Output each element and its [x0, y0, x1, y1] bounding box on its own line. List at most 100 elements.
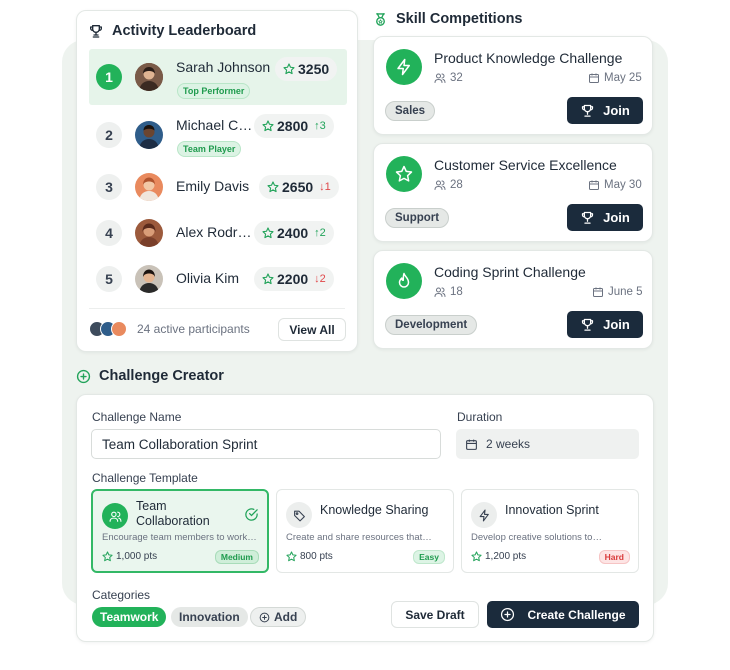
- score-pill: 2800 ↑3: [254, 114, 334, 138]
- creator-header: Challenge Creator: [76, 368, 224, 384]
- participants-count: 24 active participants: [137, 322, 250, 336]
- points-text: 1,000 pts: [116, 551, 158, 562]
- template-option-team-collaboration[interactable]: Team Collaboration Encourage team member…: [91, 489, 269, 573]
- avatar: [135, 173, 163, 201]
- bolt-icon: [386, 49, 422, 85]
- star-icon: [286, 551, 297, 562]
- star-icon: [471, 551, 482, 562]
- participant-avatar: [111, 321, 127, 337]
- participant-count: 28: [434, 179, 463, 191]
- rank-badge: 3: [96, 174, 122, 200]
- add-category-button[interactable]: Add: [250, 607, 307, 627]
- template-points: 1,000 pts: [102, 551, 157, 562]
- rank-badge: 4: [96, 220, 122, 246]
- score-value: 2800: [277, 118, 309, 134]
- plus-circle-icon: [259, 612, 270, 623]
- user-name: Alex Rodri…: [176, 224, 252, 240]
- join-button[interactable]: Join: [567, 204, 643, 231]
- date-text: May 30: [604, 179, 642, 191]
- save-draft-button[interactable]: Save Draft: [391, 601, 479, 628]
- create-label: Create Challenge: [527, 607, 626, 622]
- join-label: Join: [603, 210, 630, 225]
- score-pill: 2200 ↓2: [254, 267, 334, 291]
- participant-count: 32: [434, 72, 463, 84]
- add-label: Add: [274, 610, 298, 624]
- users-icon: [434, 286, 446, 298]
- score-value: 2200: [277, 271, 309, 287]
- leaderboard-title: Activity Leaderboard: [112, 23, 257, 39]
- competition-title: Coding Sprint Challenge: [434, 264, 586, 280]
- users-icon: [434, 179, 446, 191]
- participant-count: 18: [434, 286, 463, 298]
- category-chip-innovation[interactable]: Innovation: [171, 607, 248, 627]
- tag-icon: [286, 502, 312, 528]
- rank-change-down: ↓1: [319, 181, 331, 193]
- competitions-header: Skill Competitions: [373, 11, 523, 27]
- view-all-button[interactable]: View All: [278, 318, 346, 341]
- template-description: Develop creative solutions to…: [471, 532, 602, 543]
- user-name: Michael C…: [176, 117, 253, 133]
- rank-change-up: ↑3: [314, 120, 326, 132]
- join-label: Join: [603, 317, 630, 332]
- leaderboard-row[interactable]: 5 Olivia Kim 2200 ↓2: [89, 251, 347, 307]
- competition-title: Product Knowledge Challenge: [434, 50, 623, 66]
- join-button[interactable]: Join: [567, 311, 643, 338]
- competition-date: June 5: [592, 286, 643, 298]
- calendar-icon: [588, 179, 600, 191]
- create-challenge-button[interactable]: Create Challenge: [487, 601, 639, 628]
- difficulty-badge: Medium: [214, 550, 259, 564]
- leaderboard-row[interactable]: 2 Michael C… Team Player 2800 ↑3: [89, 107, 347, 163]
- categories-label: Categories: [92, 588, 151, 602]
- plus-circle-icon: [500, 607, 515, 622]
- challenge-name-input[interactable]: Team Collaboration Sprint: [91, 429, 441, 459]
- rank-badge: 1: [96, 64, 122, 90]
- participant-number: 32: [450, 72, 463, 84]
- competition-card[interactable]: Customer Service Excellence 28 May 30 Su…: [373, 143, 653, 242]
- points-text: 1,200 pts: [485, 551, 527, 562]
- competition-title: Customer Service Excellence: [434, 157, 617, 173]
- user-name: Sarah Johnson: [176, 59, 271, 75]
- score-pill: 3250: [275, 57, 338, 81]
- user-name: Emily Davis: [176, 178, 250, 194]
- participant-number: 28: [450, 179, 463, 191]
- leaderboard-header: Activity Leaderboard: [88, 23, 256, 39]
- team-player-badge: Team Player: [177, 141, 242, 157]
- trophy-icon: [580, 103, 595, 118]
- plus-circle-icon: [76, 369, 91, 384]
- date-text: June 5: [608, 286, 643, 298]
- calendar-icon: [592, 286, 604, 298]
- category-chip-teamwork[interactable]: Teamwork: [92, 607, 167, 627]
- star-icon: [386, 156, 422, 192]
- template-option-innovation-sprint[interactable]: Innovation Sprint Develop creative solut…: [461, 489, 639, 573]
- template-points: 800 pts: [286, 551, 333, 562]
- duration-select[interactable]: 2 weeks: [456, 429, 639, 459]
- competitions-title: Skill Competitions: [396, 11, 523, 27]
- rank-badge: 5: [96, 266, 122, 292]
- points-text: 800 pts: [300, 551, 333, 562]
- score-value: 3250: [298, 61, 330, 77]
- users-icon: [434, 72, 446, 84]
- calendar-icon: [465, 438, 478, 451]
- duration-label: Duration: [457, 410, 503, 424]
- template-description: Create and share resources that…: [286, 532, 432, 543]
- duration-value: 2 weeks: [486, 437, 531, 451]
- template-label: Challenge Template: [92, 471, 198, 485]
- check-circle-icon: [244, 507, 259, 522]
- participant-number: 18: [450, 286, 463, 298]
- score-value: 2650: [282, 179, 314, 195]
- join-button[interactable]: Join: [567, 97, 643, 124]
- template-option-knowledge-sharing[interactable]: Knowledge Sharing Create and share resou…: [276, 489, 454, 573]
- template-name-line2: Collaboration: [136, 514, 210, 528]
- star-icon: [102, 551, 113, 562]
- flame-icon: [386, 263, 422, 299]
- competition-card[interactable]: Coding Sprint Challenge 18 June 5 Develo…: [373, 250, 653, 349]
- template-name-line1: Team: [136, 499, 167, 513]
- score-pill: 2650 ↓1: [259, 175, 339, 199]
- category-chip: Sales: [385, 101, 436, 121]
- leaderboard-row[interactable]: 1 Sarah Johnson Top Performer 3250: [89, 49, 347, 105]
- trophy-icon: [88, 23, 104, 39]
- difficulty-badge: Easy: [413, 550, 445, 564]
- star-icon: [262, 227, 274, 239]
- users-icon: [102, 503, 128, 529]
- competition-card[interactable]: Product Knowledge Challenge 32 May 25 Sa…: [373, 36, 653, 135]
